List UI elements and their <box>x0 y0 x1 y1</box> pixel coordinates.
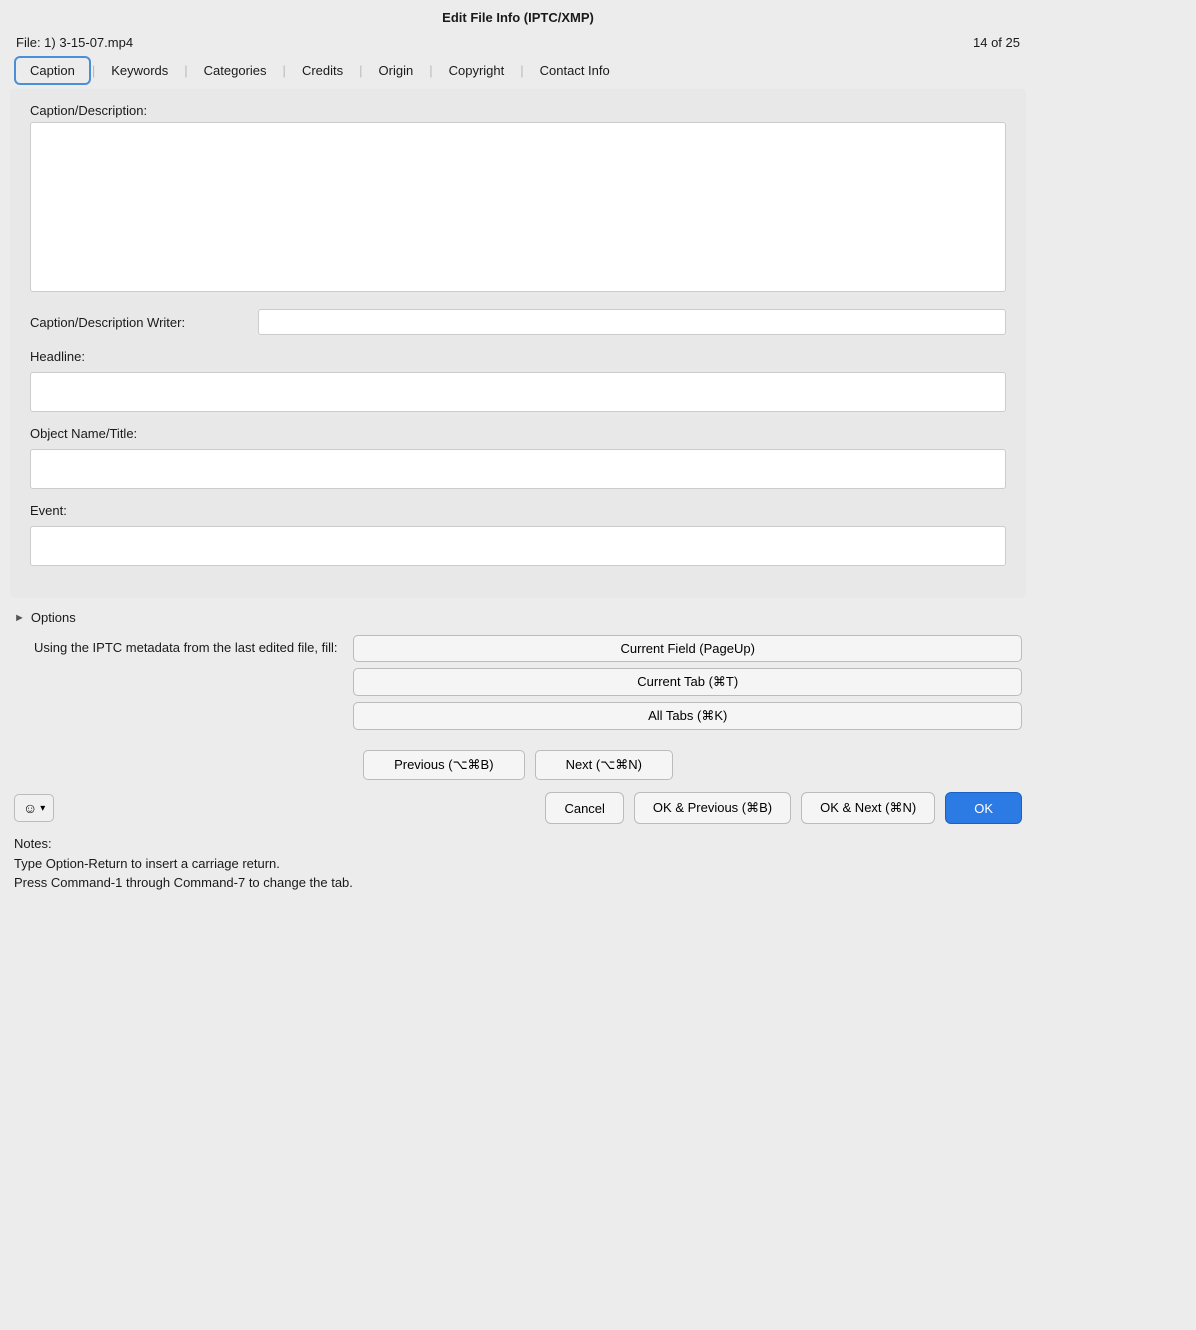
nav-prev-next: Previous (⌥⌘B) Next (⌥⌘N) <box>0 740 1036 786</box>
options-chevron-icon: ► <box>14 612 25 624</box>
emoji-picker-btn[interactable]: ☺ ▾ <box>14 794 54 822</box>
filename-label: File: 1) 3-15-07.mp4 <box>16 35 133 50</box>
caption-description-label: Caption/Description: <box>30 103 1006 118</box>
headline-input[interactable] <box>30 372 1006 412</box>
tab-copyright[interactable]: Copyright <box>434 57 520 84</box>
bottom-actions: Cancel OK & Previous (⌘B) OK & Next (⌘N)… <box>545 792 1022 824</box>
tab-origin[interactable]: Origin <box>364 57 429 84</box>
object-name-block: Object Name/Title: <box>30 426 1006 489</box>
headline-block: Headline: <box>30 349 1006 412</box>
option-current-field-btn[interactable]: Current Field (PageUp) <box>353 635 1022 662</box>
event-label: Event: <box>30 503 1006 518</box>
object-name-input[interactable] <box>30 449 1006 489</box>
tab-sep-2: | <box>183 63 188 78</box>
tab-sep-6: | <box>519 63 524 78</box>
tab-categories[interactable]: Categories <box>189 57 282 84</box>
dialog-title: Edit File Info (IPTC/XMP) <box>442 10 594 25</box>
options-section: ► Options Using the IPTC metadata from t… <box>0 602 1036 740</box>
option-all-tabs-btn[interactable]: All Tabs (⌘K) <box>353 702 1022 730</box>
caption-writer-label: Caption/Description Writer: <box>30 315 250 330</box>
next-btn[interactable]: Next (⌥⌘N) <box>535 750 673 780</box>
emoji-chevron-icon: ▾ <box>40 803 45 814</box>
caption-writer-row: Caption/Description Writer: <box>30 309 1006 335</box>
main-content: Caption/Description: Caption/Description… <box>10 89 1026 598</box>
file-info-row: File: 1) 3-15-07.mp4 14 of 25 <box>0 31 1036 56</box>
ok-prev-btn[interactable]: OK & Previous (⌘B) <box>634 792 791 824</box>
tabs-bar: Caption | Keywords | Categories | Credit… <box>0 56 1036 85</box>
options-title: Options <box>31 610 76 625</box>
option-current-tab-btn[interactable]: Current Tab (⌘T) <box>353 668 1022 696</box>
emoji-icon: ☺ <box>23 800 37 816</box>
notes-line3: Press Command-1 through Command-7 to cha… <box>14 873 1022 893</box>
options-buttons-group: Current Field (PageUp) Current Tab (⌘T) … <box>353 635 1022 730</box>
bottom-bar: ☺ ▾ Cancel OK & Previous (⌘B) OK & Next … <box>0 786 1036 830</box>
ok-btn[interactable]: OK <box>945 792 1022 824</box>
object-name-label: Object Name/Title: <box>30 426 1006 441</box>
tab-credits[interactable]: Credits <box>287 57 358 84</box>
ok-next-btn[interactable]: OK & Next (⌘N) <box>801 792 935 824</box>
options-prompt-label: Using the IPTC metadata from the last ed… <box>34 635 337 655</box>
headline-label: Headline: <box>30 349 1006 364</box>
caption-writer-input[interactable] <box>258 309 1006 335</box>
tab-sep-5: | <box>428 63 433 78</box>
notes-section: Notes: Type Option-Return to insert a ca… <box>0 830 1036 901</box>
caption-description-input[interactable] <box>30 122 1006 292</box>
cancel-btn[interactable]: Cancel <box>545 792 623 824</box>
tab-keywords[interactable]: Keywords <box>96 57 183 84</box>
event-block: Event: <box>30 503 1006 566</box>
notes-line2: Type Option-Return to insert a carriage … <box>14 854 1022 874</box>
notes-line1: Notes: <box>14 834 1022 854</box>
event-input[interactable] <box>30 526 1006 566</box>
options-body: Using the IPTC metadata from the last ed… <box>14 635 1022 730</box>
tab-caption[interactable]: Caption <box>14 56 91 85</box>
tab-sep-4: | <box>358 63 363 78</box>
prev-btn[interactable]: Previous (⌥⌘B) <box>363 750 525 780</box>
options-header[interactable]: ► Options <box>14 610 1022 625</box>
position-label: 14 of 25 <box>973 35 1020 50</box>
title-bar: Edit File Info (IPTC/XMP) <box>0 0 1036 31</box>
tab-contact-info[interactable]: Contact Info <box>525 57 625 84</box>
